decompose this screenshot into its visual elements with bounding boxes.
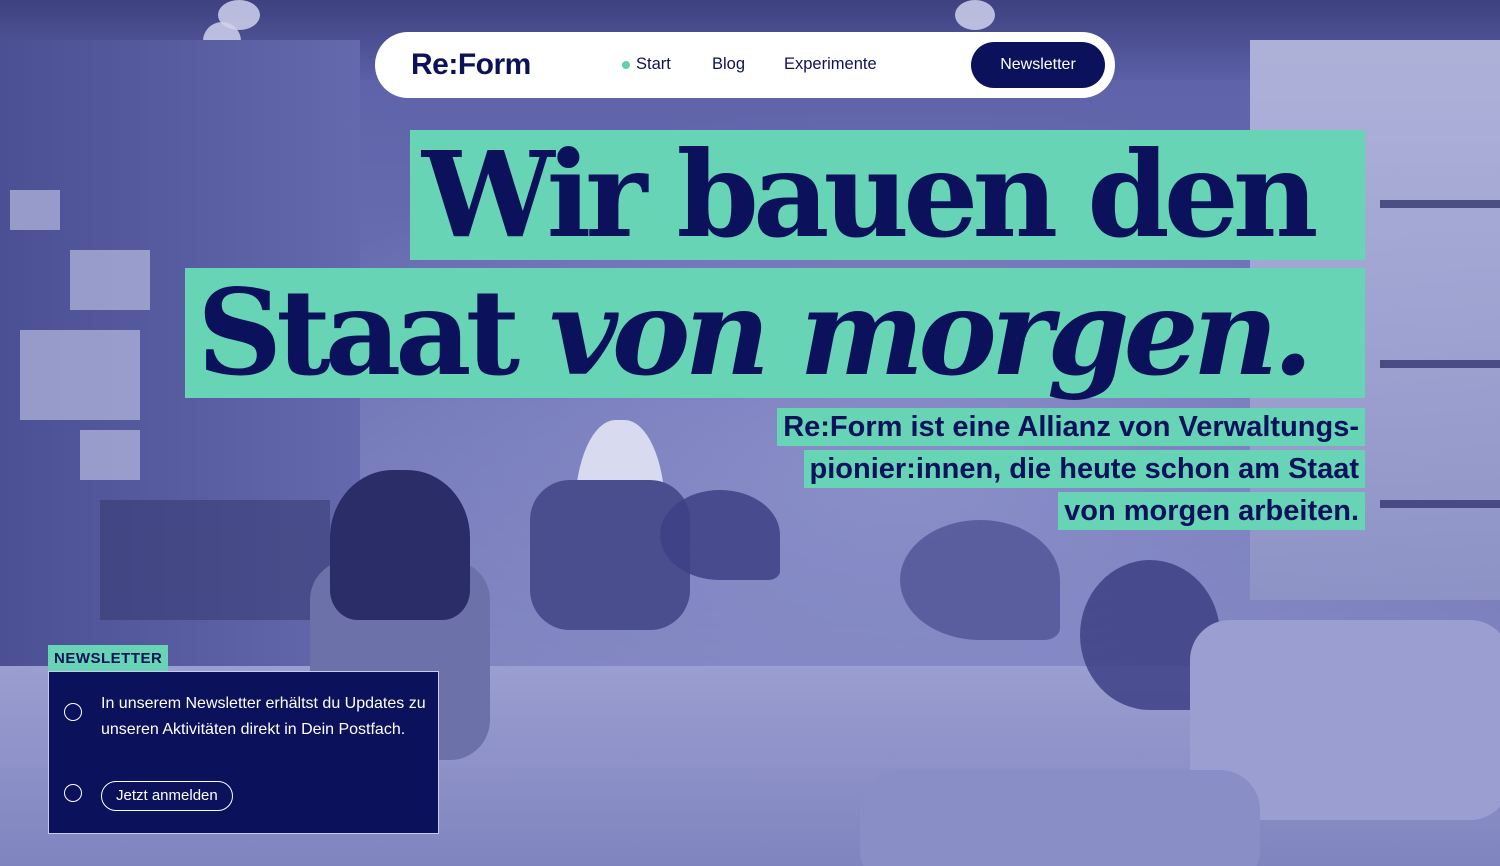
shelf xyxy=(1380,360,1500,368)
shelf xyxy=(1380,500,1500,508)
circle-icon xyxy=(64,784,82,802)
nav-link-start[interactable]: Start xyxy=(636,55,671,74)
pendant-lamp xyxy=(955,0,995,30)
headline-regular: Staat xyxy=(197,263,550,402)
newsletter-button[interactable]: Newsletter xyxy=(971,42,1105,88)
top-navigation: Re:Form Start Blog Experimente Newslette… xyxy=(375,32,1115,98)
sticky-notes xyxy=(70,250,150,310)
nav-link-experimente[interactable]: Experimente xyxy=(784,55,877,74)
active-indicator-dot xyxy=(622,61,630,69)
plant xyxy=(660,490,780,580)
circle-icon xyxy=(64,703,82,721)
newsletter-card: In unserem Newsletter erhältst du Update… xyxy=(48,671,439,834)
hero-subline-1: Re:Form ist eine Allianz von Verwaltungs… xyxy=(777,408,1365,446)
newsletter-tag: NEWSLETTER xyxy=(48,645,169,672)
sticky-notes xyxy=(80,430,140,480)
sticky-notes xyxy=(10,190,60,230)
newsletter-description: In unserem Newsletter erhältst du Update… xyxy=(101,695,426,738)
headline-italic: von morgen. xyxy=(549,263,1313,402)
person xyxy=(330,470,470,620)
ottoman xyxy=(860,770,1260,866)
sticky-notes xyxy=(20,330,140,420)
pendant-lamp xyxy=(218,0,260,30)
signup-button[interactable]: Jetzt anmelden xyxy=(101,781,233,811)
hero-subline-2: pionier:innen, die heute schon am Staat xyxy=(803,450,1365,488)
logo[interactable]: Re:Form xyxy=(411,48,531,82)
nav-link-blog[interactable]: Blog xyxy=(712,55,745,74)
hero-subline-3: von morgen arbeiten. xyxy=(1058,492,1365,530)
headline-line-2: Staat von morgen. xyxy=(185,268,1365,398)
plant xyxy=(900,520,1060,640)
headline-line-1: Wir bauen den xyxy=(410,130,1365,260)
low-shelf xyxy=(100,500,330,620)
shelf xyxy=(1380,200,1500,208)
